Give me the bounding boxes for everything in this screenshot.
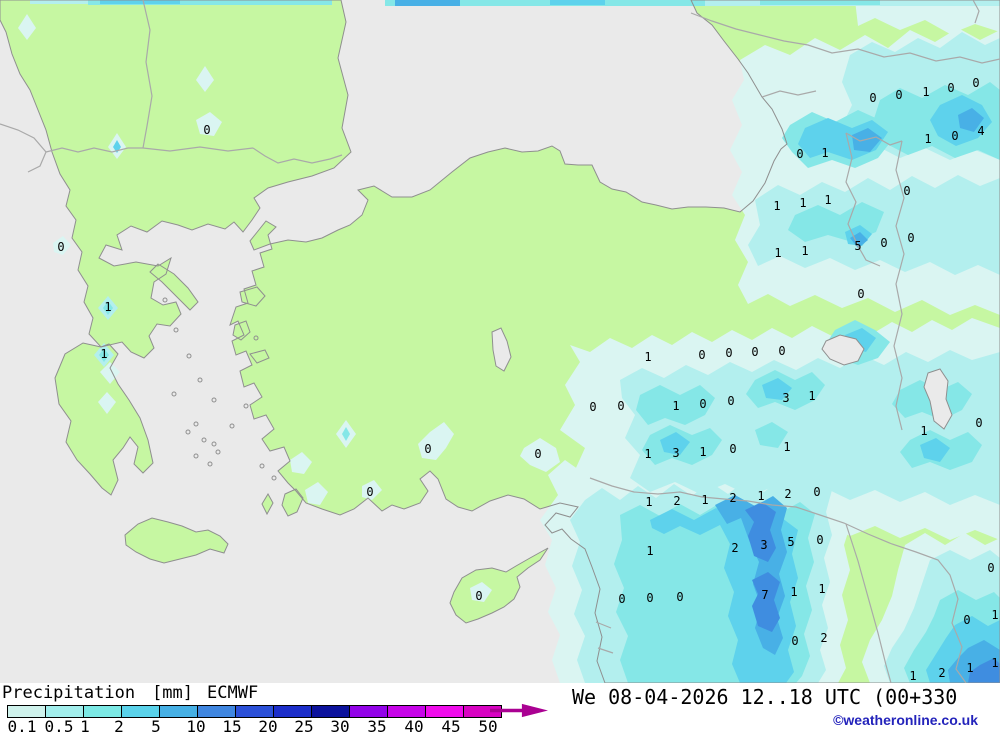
precip-value-label: 1 xyxy=(821,146,828,160)
precip-value-label: 1 xyxy=(920,424,927,438)
precip-value-label: 0 xyxy=(676,590,683,604)
title-product: Precipitation xyxy=(2,683,136,703)
forecast-datetime: We 08-04-2026 12..18 UTC (00+330 xyxy=(572,685,958,709)
precip-value-label: 0 xyxy=(475,589,482,603)
precip-value-label: 2 xyxy=(673,494,680,508)
legend-tick: 35 xyxy=(367,717,387,733)
precip-value-label: 1 xyxy=(909,669,916,683)
precip-value-label: 1 xyxy=(922,85,929,99)
legend-tick: 30 xyxy=(330,717,350,733)
legend-tick: 10 xyxy=(186,717,206,733)
legend-tick: 40 xyxy=(404,717,424,733)
precip-value-label: 0 xyxy=(947,81,954,95)
precipitation-map: 0 0 1 1 0 0 1 0 0 1 0 4 0 1 1 1 1 0 1 1 5 0 0 0 1 0 0 0 0 0 0 1 0 0 3 1 1 3 1 0… xyxy=(0,0,1000,683)
precip-value-label: 4 xyxy=(977,124,984,138)
precip-value-label: 1 xyxy=(924,132,931,146)
precip-value-label: 1 xyxy=(672,399,679,413)
precip-value-label: 1 xyxy=(824,193,831,207)
precip-value-label: 1 xyxy=(104,300,111,314)
precip-value-label: 1 xyxy=(701,493,708,507)
precip-value-label: 0 xyxy=(813,485,820,499)
precip-value-label: 0 xyxy=(534,447,541,461)
precip-value-label: 1 xyxy=(799,196,806,210)
precip-value-label: 0 xyxy=(951,129,958,143)
precip-value-label: 0 xyxy=(963,613,970,627)
precip-value-label: 0 xyxy=(618,592,625,606)
precip-value-label: 2 xyxy=(729,491,736,505)
precip-value-label: 2 xyxy=(784,487,791,501)
precip-value-label: 7 xyxy=(761,588,768,602)
precip-value-label: 0 xyxy=(791,634,798,648)
precip-value-label: 0 xyxy=(729,442,736,456)
precip-value-label: 1 xyxy=(991,656,998,670)
precip-value-label: 0 xyxy=(727,394,734,408)
legend-tick: 5 xyxy=(151,717,161,733)
precip-value-label: 0 xyxy=(57,240,64,254)
legend-tick: 1 xyxy=(80,717,90,733)
precip-value-label: 0 xyxy=(751,345,758,359)
precip-value-label: 0 xyxy=(366,485,373,499)
precip-value-label: 1 xyxy=(773,199,780,213)
precip-value-label: 3 xyxy=(782,391,789,405)
weather-map-page: 0011001001040111101150001000000100311310… xyxy=(0,0,1000,733)
precip-value-label: 0 xyxy=(698,348,705,362)
legend-tick: 45 xyxy=(441,717,461,733)
precip-value-label: 3 xyxy=(672,446,679,460)
precip-value-label: 1 xyxy=(774,246,781,260)
precip-value-label: 1 xyxy=(790,585,797,599)
precip-value-label: 1 xyxy=(757,489,764,503)
precip-value-label: 1 xyxy=(801,244,808,258)
precip-value-label: 0 xyxy=(816,533,823,547)
precip-value-label: 3 xyxy=(760,538,767,552)
precip-value-label: 5 xyxy=(854,239,861,253)
legend-tick: 0.5 xyxy=(44,717,74,733)
precip-value-label: 0 xyxy=(972,76,979,90)
precip-value-label: 0 xyxy=(796,147,803,161)
legend-tick: 25 xyxy=(294,717,314,733)
precip-value-label: 0 xyxy=(907,231,914,245)
precip-value-label: 0 xyxy=(725,346,732,360)
map-title: Precipitation [mm] ECMWF xyxy=(2,683,258,703)
precip-value-label: 1 xyxy=(808,389,815,403)
legend-tick: 0.1 xyxy=(7,717,37,733)
precip-value-label: 2 xyxy=(820,631,827,645)
precip-value-label: 0 xyxy=(895,88,902,102)
legend-tick-labels: 0.1 0.5 1 2 5 10 15 20 25 30 35 40 45 50 xyxy=(0,717,560,733)
precip-value-label: 0 xyxy=(869,91,876,105)
precip-value-label: 1 xyxy=(699,445,706,459)
footer-bar: Precipitation [mm] ECMWF 0.1 0.5 1 2 5 10 15 20 25… xyxy=(0,683,1000,733)
copyright-text: ©weatheronline.co.uk xyxy=(833,712,978,728)
precip-value-label: 2 xyxy=(938,666,945,680)
precip-value-label: 0 xyxy=(857,287,864,301)
legend-tick: 2 xyxy=(114,717,124,733)
precip-value-label: 1 xyxy=(645,495,652,509)
title-unit: [mm] xyxy=(152,683,194,703)
title-model: ECMWF xyxy=(207,683,259,703)
precip-value-label: 0 xyxy=(778,344,785,358)
precip-value-label: 0 xyxy=(987,561,994,575)
legend-tick: 20 xyxy=(258,717,278,733)
legend-color-bar xyxy=(7,705,502,718)
precip-value-label: 1 xyxy=(966,661,973,675)
precip-value-label: 1 xyxy=(783,440,790,454)
precip-value-label: 0 xyxy=(424,442,431,456)
precip-value-label: 0 xyxy=(699,397,706,411)
precip-value-label: 1 xyxy=(644,447,651,461)
precip-value-label: 1 xyxy=(991,608,998,622)
precip-value-label: 0 xyxy=(617,399,624,413)
precip-value-label: 0 xyxy=(903,184,910,198)
precip-value-label: 0 xyxy=(880,236,887,250)
legend-tick: 50 xyxy=(478,717,498,733)
precip-value-label: 1 xyxy=(644,350,651,364)
precip-value-label: 0 xyxy=(975,416,982,430)
precip-value-label: 2 xyxy=(731,541,738,555)
precip-value-label: 1 xyxy=(646,544,653,558)
precip-value-label: 1 xyxy=(818,582,825,596)
precip-value-label: 0 xyxy=(646,591,653,605)
precip-value-label: 0 xyxy=(203,123,210,137)
precip-value-label: 1 xyxy=(100,347,107,361)
legend-tick: 15 xyxy=(222,717,242,733)
precip-value-label: 5 xyxy=(787,535,794,549)
precip-value-label: 0 xyxy=(589,400,596,414)
